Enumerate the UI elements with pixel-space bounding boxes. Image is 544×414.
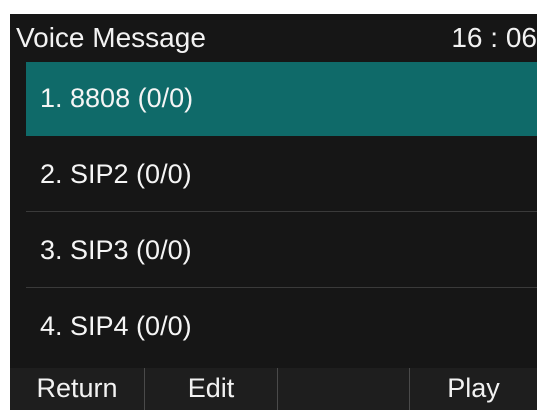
empty-softkey[interactable] — [278, 368, 410, 410]
list-item-label: 1. 8808 (0/0) — [40, 83, 194, 113]
softkey-bar: Return Edit Play — [10, 368, 537, 410]
list-item-label: 2. SIP2 (0/0) — [40, 159, 192, 189]
edit-softkey[interactable]: Edit — [145, 368, 278, 410]
page-title: Voice Message — [16, 22, 206, 53]
return-softkey[interactable]: Return — [10, 368, 145, 410]
clock-time: 16 : 06 — [451, 22, 537, 53]
phone-screen: Voice Message 16 : 06 1. 8808 (0/0) 2. S… — [10, 14, 537, 410]
status-header: Voice Message 16 : 06 — [10, 14, 537, 62]
play-softkey[interactable]: Play — [410, 368, 537, 410]
list-item-label: 4. SIP4 (0/0) — [40, 311, 192, 341]
list-item-sip3[interactable]: 3. SIP3 (0/0) — [26, 214, 537, 288]
list-item-8808[interactable]: 1. 8808 (0/0) — [26, 62, 537, 136]
list-item-sip4[interactable]: 4. SIP4 (0/0) — [26, 290, 537, 364]
list-item-sip2[interactable]: 2. SIP2 (0/0) — [26, 138, 537, 212]
list-item-label: 3. SIP3 (0/0) — [40, 235, 192, 265]
